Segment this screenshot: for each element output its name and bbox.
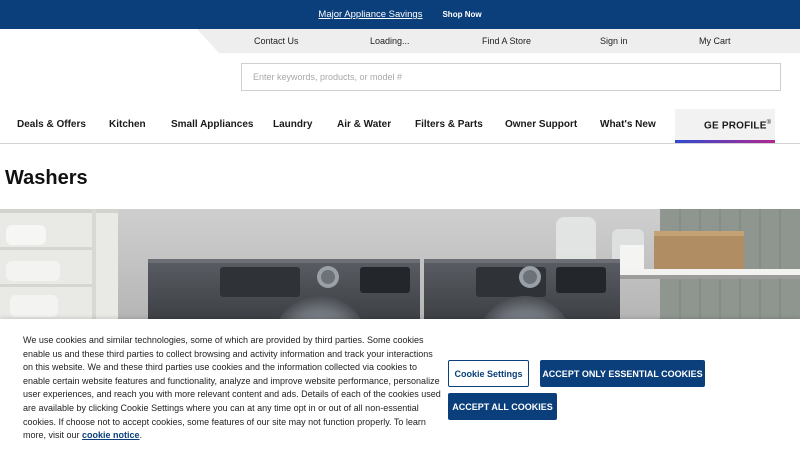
ge-profile-label: GE PROFILE® xyxy=(704,120,771,131)
page-title: Washers xyxy=(5,167,88,189)
nav-kitchen[interactable]: Kitchen xyxy=(109,119,146,130)
nav-air-water[interactable]: Air & Water xyxy=(337,119,391,130)
nav-small-appliances[interactable]: Small Appliances xyxy=(171,119,253,130)
nav-filters-parts[interactable]: Filters & Parts xyxy=(415,119,483,130)
search-input[interactable] xyxy=(242,64,780,90)
cookie-text: We use cookies and similar technologies,… xyxy=(23,334,443,443)
cookie-end-text: . xyxy=(139,430,143,441)
my-cart-link[interactable]: My Cart xyxy=(699,36,731,46)
utility-nav: Contact Us Loading... Find A Store Sign … xyxy=(197,29,800,53)
nav-deals-offers[interactable]: Deals & Offers xyxy=(17,119,86,130)
cookie-body-text: We use cookies and similar technologies,… xyxy=(23,335,441,441)
cookie-notice-link[interactable]: cookie notice xyxy=(82,430,140,440)
cookie-settings-button[interactable]: Cookie Settings xyxy=(448,360,529,387)
accept-essential-cookies-button[interactable]: ACCEPT ONLY ESSENTIAL COOKIES xyxy=(540,360,705,387)
hero-image xyxy=(0,209,800,321)
ge-profile-tab[interactable]: GE PROFILE® xyxy=(675,109,775,143)
promo-savings-link[interactable]: Major Appliance Savings xyxy=(318,9,422,20)
main-nav: Deals & Offers Kitchen Small Appliances … xyxy=(0,109,800,144)
hero-washers-illustration xyxy=(0,209,800,321)
registered-mark: ® xyxy=(766,120,772,126)
promo-bar: Major Appliance Savings Shop Now xyxy=(0,0,800,29)
find-a-store-link[interactable]: Find A Store xyxy=(482,36,531,46)
nav-owner-support[interactable]: Owner Support xyxy=(505,119,577,130)
sign-in-link[interactable]: Sign in xyxy=(600,36,628,46)
contact-us-link[interactable]: Contact Us xyxy=(254,36,299,46)
utility-loading-text: Loading... xyxy=(370,36,410,46)
shop-now-link[interactable]: Shop Now xyxy=(442,10,481,19)
nav-laundry[interactable]: Laundry xyxy=(273,119,312,130)
nav-whats-new[interactable]: What's New xyxy=(600,119,656,130)
search-box xyxy=(241,63,781,91)
cookie-banner: We use cookies and similar technologies,… xyxy=(0,319,800,450)
accept-all-cookies-button[interactable]: ACCEPT ALL COOKIES xyxy=(448,393,557,420)
ge-profile-text: GE PROFILE xyxy=(704,120,767,132)
